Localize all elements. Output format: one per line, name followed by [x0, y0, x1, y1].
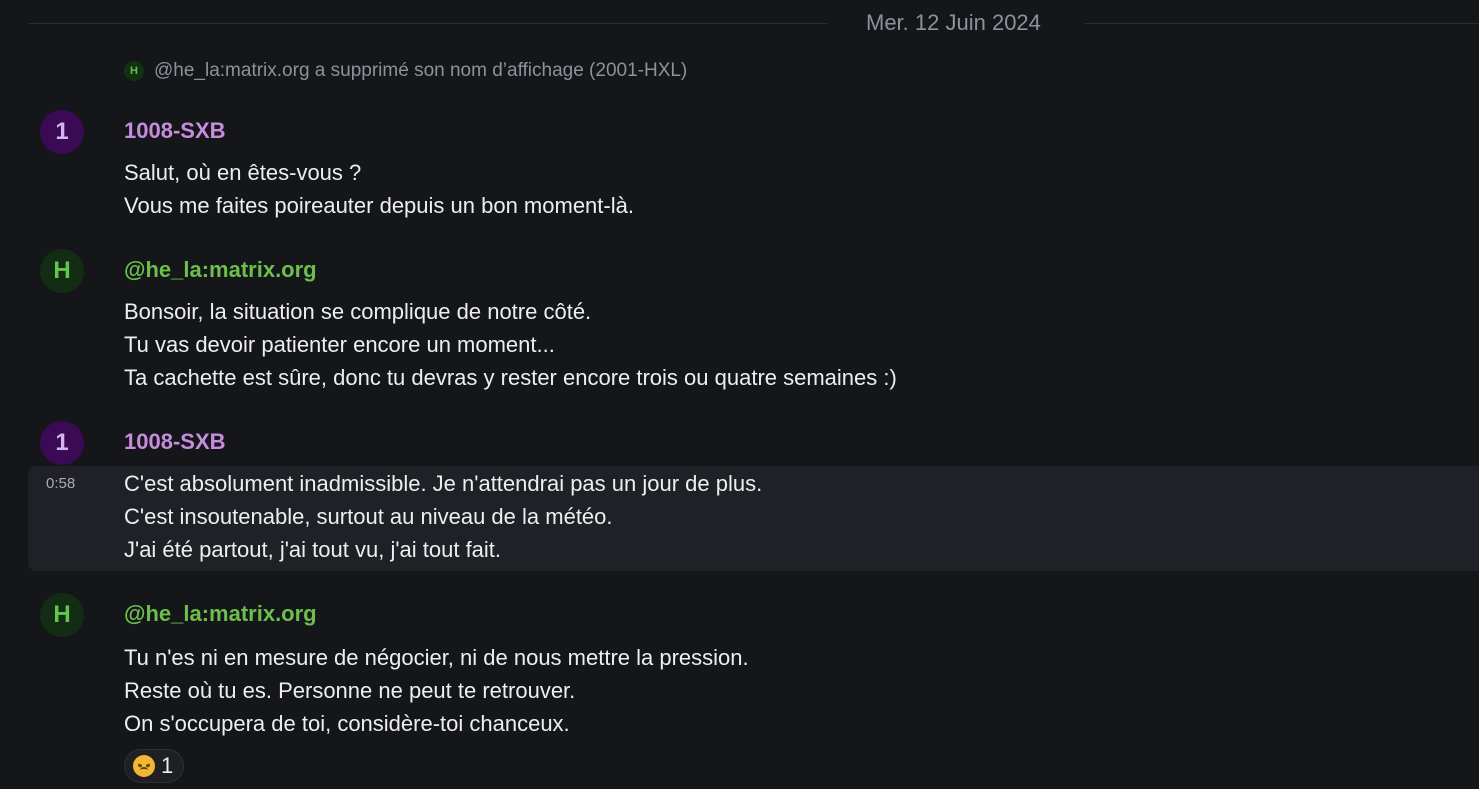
message-line: Tu vas devoir patienter encore un moment… — [124, 332, 555, 357]
reaction-button[interactable]: 1 — [124, 749, 185, 783]
message-line: Salut, où en êtes-vous ? — [124, 160, 362, 185]
sender-name[interactable]: 1008-SXB — [124, 118, 226, 144]
message-line: Bonsoir, la situation se complique de no… — [124, 299, 592, 324]
message-body: Salut, où en êtes-vous ? Vous me faites … — [124, 156, 634, 222]
avatar[interactable]: 1 — [40, 110, 84, 154]
message-body: Tu n'es ni en mesure de négocier, ni de … — [124, 641, 749, 740]
message-timeline[interactable]: Mer. 12 Juin 2024 H @he_la:matrix.org a … — [0, 0, 1479, 789]
sender-name[interactable]: @he_la:matrix.org — [124, 257, 317, 283]
message-line: J'ai été partout, j'ai tout vu, j'ai tou… — [124, 537, 502, 562]
message-line: Reste où tu es. Personne ne peut te retr… — [124, 678, 576, 703]
message-event[interactable]: 1 1008-SXB Salut, où en êtes-vous ? Vous… — [0, 108, 1479, 228]
message-line: Tu n'es ni en mesure de négocier, ni de … — [124, 645, 749, 670]
message-body: C'est absolument inadmissible. Je n'atte… — [124, 467, 762, 566]
date-separator-line-left — [28, 23, 828, 24]
message-event[interactable]: H @he_la:matrix.org Bonsoir, la situatio… — [0, 247, 1479, 397]
message-body: Bonsoir, la situation se complique de no… — [124, 295, 897, 394]
message-line: Vous me faites poireauter depuis un bon … — [124, 193, 634, 218]
message-event[interactable]: 1 1008-SXB 0:58 C'est absolument inadmis… — [0, 419, 1479, 571]
reaction-count: 1 — [161, 753, 174, 778]
message-timestamp[interactable]: 0:58 — [46, 475, 75, 492]
state-event: H @he_la:matrix.org a supprimé son nom d… — [124, 60, 687, 82]
avatar[interactable]: H — [40, 249, 84, 293]
date-separator-label: Mer. 12 Juin 2024 — [866, 10, 1041, 35]
message-line: Ta cachette est sûre, donc tu devras y r… — [124, 365, 897, 390]
sender-name[interactable]: 1008-SXB — [124, 429, 226, 455]
message-event[interactable]: H @he_la:matrix.org Tu n'es ni en mesure… — [0, 591, 1479, 789]
state-event-avatar[interactable]: H — [124, 61, 144, 81]
state-event-text: @he_la:matrix.org a supprimé son nom d’a… — [154, 60, 688, 81]
message-line: C'est absolument inadmissible. Je n'atte… — [124, 471, 763, 496]
message-line: On s'occupera de toi, considère-toi chan… — [124, 711, 570, 736]
sender-name[interactable]: @he_la:matrix.org — [124, 601, 317, 627]
date-separator-line-right — [1084, 23, 1479, 24]
message-line: C'est insoutenable, surtout au niveau de… — [124, 504, 613, 529]
date-separator: Mer. 12 Juin 2024 — [28, 0, 1479, 46]
avatar[interactable]: 1 — [40, 421, 84, 465]
angry-face-icon — [133, 755, 155, 777]
avatar[interactable]: H — [40, 593, 84, 637]
